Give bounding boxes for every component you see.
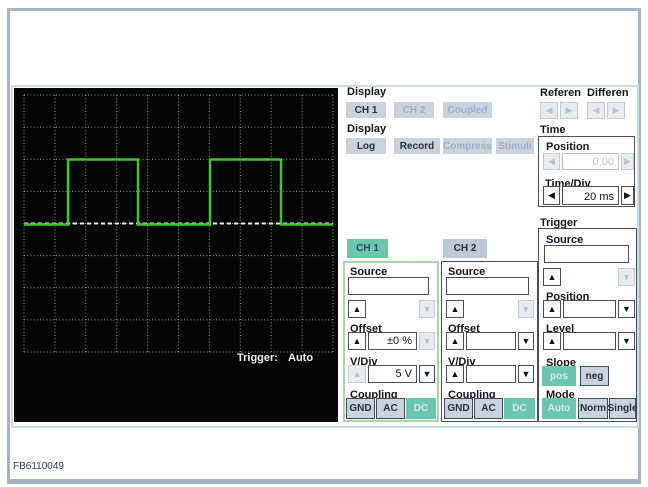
left-arrow-icon: ◀: [548, 191, 555, 200]
right-arrow-icon: ▶: [624, 191, 631, 200]
right-arrow-icon: ▶: [566, 106, 573, 115]
ch1-offset-value[interactable]: ±0 %: [368, 332, 417, 350]
left-arrow-icon: ◀: [548, 157, 555, 166]
timediv-increase-button[interactable]: ▶: [621, 186, 634, 205]
left-arrow-icon: ◀: [546, 106, 553, 115]
ch1-panel: Source ▲ ▼ Offset ▲ ±0 % ▼ V/Div ▲ 5 V ▼…: [343, 261, 439, 422]
display-coupled-button[interactable]: Coupled: [443, 102, 492, 118]
ch1-ac-button[interactable]: AC: [376, 398, 405, 419]
time-position-label: Position: [546, 141, 589, 153]
mode-auto-button[interactable]: Auto: [542, 398, 576, 419]
down-arrow-icon: ▼: [423, 370, 432, 379]
ch2-source-input[interactable]: [446, 277, 529, 295]
ch2-vdiv-up-button[interactable]: ▲: [446, 365, 464, 383]
down-arrow-icon: ▼: [423, 337, 432, 346]
timediv-value[interactable]: 20 ms: [562, 186, 619, 205]
ch2-panel: Source ▲ ▼ Offset ▲ ▼ V/Div ▲ ▼ Coupling…: [441, 261, 538, 422]
ch1-offset-up-button[interactable]: ▲: [348, 332, 366, 350]
tab-ch1[interactable]: CH 1: [347, 239, 388, 258]
scope-display: Trigger: Auto: [14, 88, 338, 422]
up-arrow-icon: ▲: [548, 337, 557, 346]
ch1-vdiv-value[interactable]: 5 V: [368, 365, 417, 383]
reference-prev-button[interactable]: ◀: [540, 102, 558, 119]
trigger-position-value[interactable]: [563, 300, 616, 318]
up-arrow-icon: ▲: [451, 337, 460, 346]
trigger-position-up-button[interactable]: ▲: [543, 300, 561, 318]
mode-norm-button[interactable]: Norm: [578, 398, 608, 419]
ch2-source-down-button[interactable]: ▼: [518, 300, 534, 318]
record-button[interactable]: Record: [394, 138, 440, 154]
mode-single-button[interactable]: Single: [609, 398, 636, 419]
ch1-source-up-button[interactable]: ▲: [348, 300, 366, 318]
ch1-gnd-button[interactable]: GND: [346, 398, 375, 419]
ch1-source-down-button[interactable]: ▼: [419, 300, 435, 318]
up-arrow-icon: ▲: [451, 305, 460, 314]
down-arrow-icon: ▼: [622, 305, 631, 314]
up-arrow-icon: ▲: [353, 370, 362, 379]
reference-next-button[interactable]: ▶: [560, 102, 578, 119]
scope-graticule: [14, 88, 338, 422]
slope-neg-button[interactable]: neg: [580, 366, 609, 386]
ch1-dc-button[interactable]: DC: [406, 398, 436, 419]
down-arrow-icon: ▼: [423, 305, 432, 314]
trigger-status-label: Trigger:: [237, 352, 278, 364]
trigger-source-up-button[interactable]: ▲: [543, 268, 561, 286]
left-arrow-icon: ◀: [593, 106, 600, 115]
difference-label: Differen: [587, 87, 629, 99]
ch2-gnd-button[interactable]: GND: [444, 398, 473, 419]
slope-pos-button[interactable]: pos: [542, 366, 576, 386]
ch2-vdiv-down-button[interactable]: ▼: [518, 365, 534, 383]
up-arrow-icon: ▲: [353, 337, 362, 346]
ch1-source-input[interactable]: [348, 277, 429, 295]
trigger-status-value: Auto: [288, 352, 313, 364]
right-arrow-icon: ▶: [613, 106, 620, 115]
time-group-box: Position ◀ 0,00 ▶ Time/Div ◀ 20 ms ▶: [538, 136, 635, 207]
figure-id-label: FB6110049: [13, 461, 64, 472]
tab-ch2[interactable]: CH 2: [443, 239, 487, 258]
trigger-group-box: Source ▲ ▼ Position ▲ ▼ Level ▲ ▼ Slope …: [538, 228, 637, 422]
display-channels-label: Display: [347, 86, 386, 98]
compress-button[interactable]: Compress: [443, 138, 492, 154]
timediv-decrease-button[interactable]: ◀: [543, 186, 560, 205]
ch2-offset-down-button[interactable]: ▼: [518, 332, 534, 350]
stimuli-button[interactable]: Stimuli: [496, 138, 534, 154]
down-arrow-icon: ▼: [522, 337, 531, 346]
display-modes-label: Display: [347, 123, 386, 135]
trigger-source-down-button[interactable]: ▼: [618, 268, 635, 286]
ch2-ac-button[interactable]: AC: [474, 398, 503, 419]
trigger-position-down-button[interactable]: ▼: [618, 300, 635, 318]
down-arrow-icon: ▼: [522, 370, 531, 379]
log-button[interactable]: Log: [346, 138, 386, 154]
ch2-dc-button[interactable]: DC: [504, 398, 535, 419]
up-arrow-icon: ▲: [451, 370, 460, 379]
trigger-level-down-button[interactable]: ▼: [618, 332, 635, 350]
right-arrow-icon: ▶: [624, 157, 631, 166]
time-position-value[interactable]: 0,00: [562, 153, 619, 170]
ch1-vdiv-down-button[interactable]: ▼: [419, 365, 435, 383]
time-position-increase-button[interactable]: ▶: [621, 153, 634, 170]
trigger-source-input[interactable]: [544, 245, 629, 263]
up-arrow-icon: ▲: [353, 305, 362, 314]
difference-next-button[interactable]: ▶: [607, 102, 625, 119]
trigger-level-value[interactable]: [563, 332, 616, 350]
time-position-decrease-button[interactable]: ◀: [543, 153, 560, 170]
ch2-vdiv-value[interactable]: [466, 365, 516, 383]
ch2-offset-up-button[interactable]: ▲: [446, 332, 464, 350]
trigger-level-up-button[interactable]: ▲: [543, 332, 561, 350]
up-arrow-icon: ▲: [548, 305, 557, 314]
down-arrow-icon: ▼: [622, 273, 631, 282]
ch2-source-up-button[interactable]: ▲: [446, 300, 464, 318]
display-ch2-button[interactable]: CH 2: [394, 102, 434, 118]
display-ch1-button[interactable]: CH 1: [346, 102, 386, 118]
difference-prev-button[interactable]: ◀: [587, 102, 605, 119]
ch1-offset-down-button[interactable]: ▼: [419, 332, 435, 350]
time-group-label: Time: [540, 124, 565, 136]
down-arrow-icon: ▼: [622, 337, 631, 346]
down-arrow-icon: ▼: [522, 305, 531, 314]
up-arrow-icon: ▲: [548, 273, 557, 282]
ch2-offset-value[interactable]: [466, 332, 516, 350]
ch1-vdiv-up-button[interactable]: ▲: [348, 365, 366, 383]
reference-label: Referen: [540, 87, 581, 99]
oscilloscope-window: Trigger: Auto Display CH 1 CH 2 Coupled …: [0, 0, 648, 487]
